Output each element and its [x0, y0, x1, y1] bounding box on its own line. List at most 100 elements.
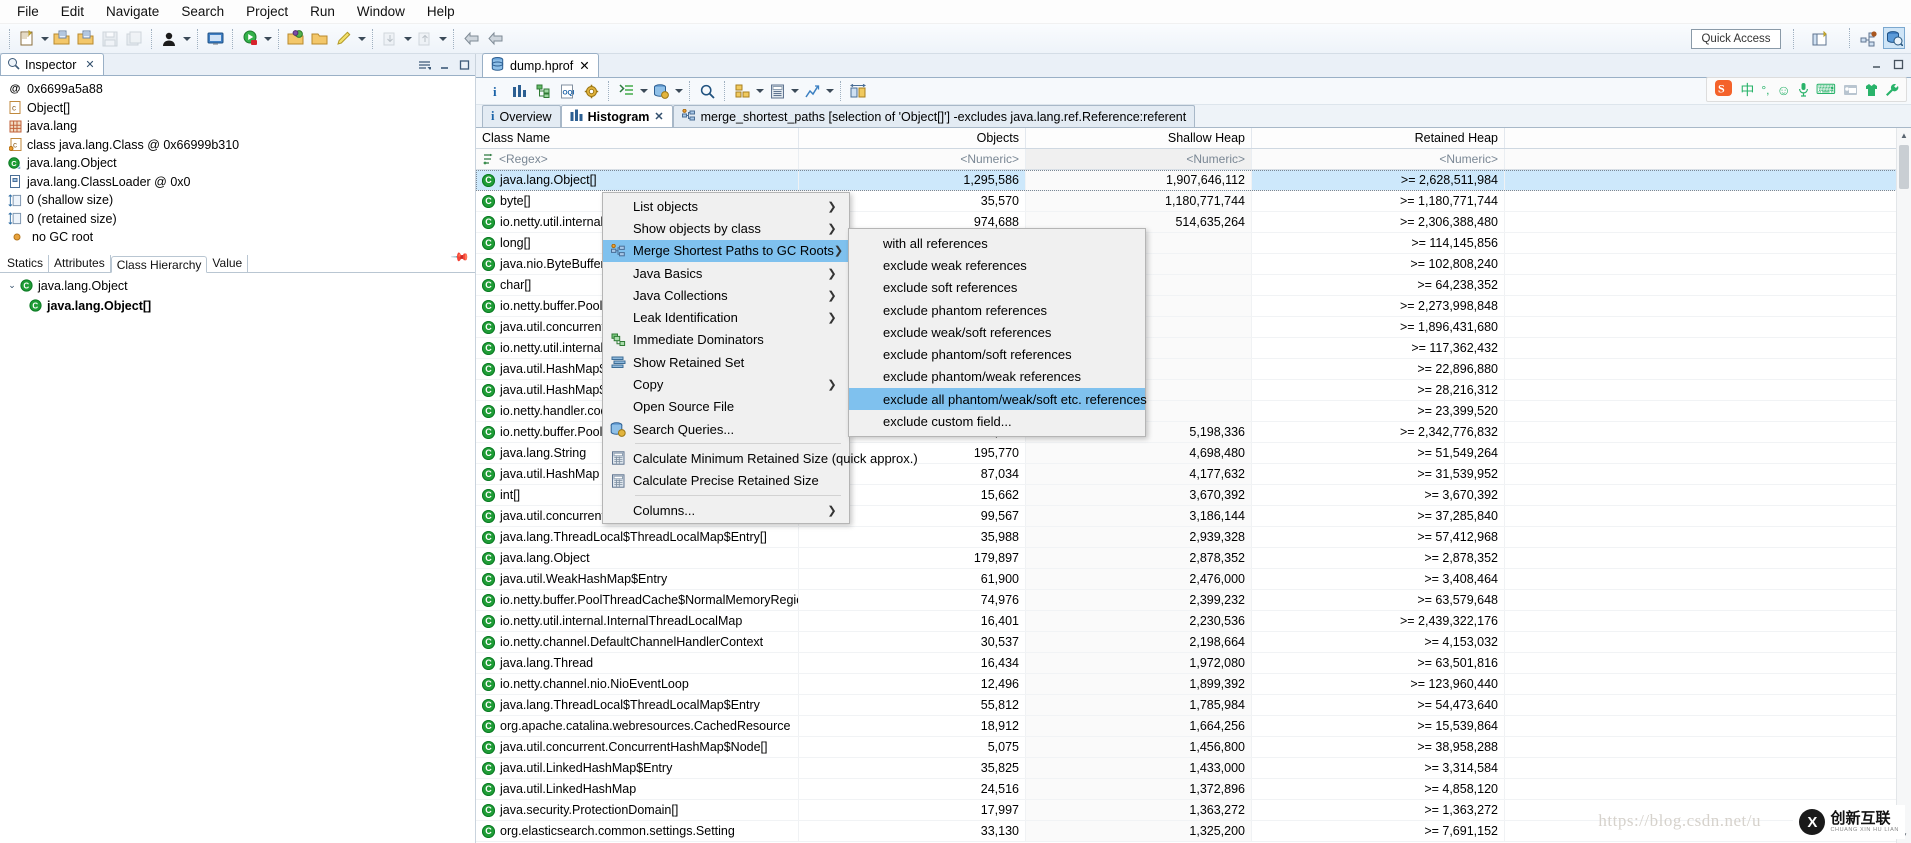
view-menu-icon[interactable] — [418, 59, 433, 72]
table-scrollbar[interactable]: ▲ ▼ — [1896, 128, 1911, 843]
submenu-item[interactable]: exclude phantom/soft references — [849, 343, 1145, 365]
close-icon[interactable]: ✕ — [85, 58, 94, 71]
column-header-shallow-heap[interactable]: Shallow Heap — [1026, 128, 1252, 148]
oql-icon[interactable]: OQL — [556, 80, 578, 102]
menu-search[interactable]: Search — [170, 2, 235, 21]
submenu-item[interactable]: exclude weak/soft references — [849, 321, 1145, 343]
context-menu-item[interactable]: List objects ❯ — [603, 195, 849, 217]
table-row[interactable]: Cjava.util.LinkedHashMap 24,516 1,372,896 >… — [476, 779, 1911, 800]
context-menu-item[interactable]: Show Retained Set — [603, 351, 849, 373]
minimize-icon[interactable] — [438, 59, 451, 72]
open-query-dropdown-arrow[interactable] — [673, 80, 684, 102]
table-row[interactable]: Cio.netty.channel.DefaultChannelHandlerC… — [476, 632, 1911, 653]
column-header-retained-heap[interactable]: Retained Heap — [1252, 128, 1505, 148]
table-row[interactable]: Corg.apache.catalina.webresources.Cached… — [476, 716, 1911, 737]
menu-run[interactable]: Run — [299, 2, 346, 21]
open-heap-dump-icon[interactable] — [285, 28, 307, 50]
skin-shirt-icon[interactable] — [1865, 83, 1878, 97]
tab-statics[interactable]: Statics — [2, 254, 50, 272]
histogram-icon[interactable] — [508, 80, 530, 102]
scrollbar-thumb[interactable] — [1899, 145, 1909, 189]
close-icon[interactable]: ✕ — [579, 58, 589, 73]
context-menu-item[interactable]: Show objects by class ❯ — [603, 217, 849, 239]
table-row[interactable]: Cjava.util.WeakHashMap$Entry 61,900 2,476,… — [476, 569, 1911, 590]
context-menu-item[interactable]: Open Source File — [603, 396, 849, 418]
scroll-up-icon[interactable]: ▲ — [1897, 128, 1911, 143]
submenu-item[interactable]: exclude phantom references — [849, 299, 1145, 321]
search-icon[interactable] — [696, 80, 718, 102]
context-menu-item[interactable]: Calculate Precise Retained Size — [603, 470, 849, 492]
table-row[interactable]: Cjava.lang.Object 179,897 2,878,352 >= 2,87… — [476, 548, 1911, 569]
merge-paths-submenu[interactable]: with all references exclude weak referenc… — [848, 228, 1147, 437]
table-row[interactable]: Cjava.util.concurrent.ConcurrentHashMap$… — [476, 737, 1911, 758]
tab-class-hierarchy[interactable]: Class Hierarchy — [110, 255, 208, 273]
chevron-down-icon[interactable]: ⌄ — [4, 280, 20, 291]
close-icon[interactable]: ✕ — [654, 110, 663, 123]
microphone-icon[interactable] — [1798, 82, 1809, 97]
filter-class-name[interactable]: <Regex> — [476, 149, 799, 169]
forward-icon[interactable] — [484, 28, 506, 50]
sogou-logo-icon[interactable]: S — [1714, 79, 1733, 100]
tab-dump-hprof[interactable]: dump.hprof ✕ — [482, 53, 599, 77]
tab-attributes[interactable]: Attributes — [49, 254, 111, 272]
table-row[interactable]: Cjava.lang.Object[] 1,295,586 1,907,646,11… — [476, 170, 1911, 191]
quick-access-input[interactable]: Quick Access — [1691, 29, 1781, 49]
run-dropdown-arrow[interactable] — [262, 28, 273, 50]
open-folder-icon[interactable] — [75, 28, 97, 50]
hierarchy-row[interactable]: ⌄ C java.lang.Object — [0, 276, 475, 296]
punctuation-icon[interactable]: °, — [1761, 83, 1769, 97]
open-query-icon[interactable] — [650, 80, 672, 102]
filter-retained-heap[interactable]: <Numeric> — [1252, 149, 1505, 169]
submenu-item[interactable]: with all references — [849, 232, 1145, 254]
menu-edit[interactable]: Edit — [50, 2, 95, 21]
context-menu-item[interactable]: Columns... ❯ — [603, 499, 849, 521]
table-row[interactable]: Cjava.lang.ThreadLocal$ThreadLocalMap$En… — [476, 527, 1911, 548]
table-row[interactable]: Corg.elasticsearch.common.settings.Setti… — [476, 821, 1911, 842]
tab-value[interactable]: Value — [207, 254, 249, 272]
table-row[interactable]: Cjava.lang.ThreadLocal$ThreadLocalMap$En… — [476, 695, 1911, 716]
back-icon[interactable] — [460, 28, 482, 50]
submenu-item[interactable]: exclude custom field... — [849, 410, 1145, 432]
import-dropdown-arrow[interactable] — [402, 28, 413, 50]
group-dropdown-arrow[interactable] — [754, 80, 765, 102]
context-menu-item[interactable]: Immediate Dominators — [603, 329, 849, 351]
tab-overview[interactable]: i Overview — [482, 105, 561, 127]
wrench-tools-icon[interactable] — [1885, 83, 1899, 97]
console-icon[interactable] — [204, 28, 226, 50]
settings-gear-icon[interactable] — [580, 80, 602, 102]
menu-project[interactable]: Project — [235, 2, 299, 21]
submenu-item[interactable]: exclude weak references — [849, 254, 1145, 276]
table-row[interactable]: Cio.netty.buffer.PoolThreadCache$NormalM… — [476, 590, 1911, 611]
table-row[interactable]: Cjava.util.LinkedHashMap$Entry 35,825 1,43… — [476, 758, 1911, 779]
context-menu-item[interactable]: Java Basics ❯ — [603, 262, 849, 284]
table-row[interactable]: Cio.netty.channel.nio.NioEventLoop 12,496… — [476, 674, 1911, 695]
filter-shallow-heap[interactable]: <Numeric> — [1026, 149, 1252, 169]
new-perspective-icon[interactable] — [1810, 28, 1832, 50]
person-icon[interactable] — [158, 28, 180, 50]
tab-inspector[interactable]: Inspector ✕ — [0, 53, 104, 75]
keyboard-icon[interactable]: ⌨ — [1816, 81, 1836, 98]
table-row[interactable]: Cjava.lang.Thread 16,434 1,972,080 >= 63,50… — [476, 653, 1911, 674]
maximize-icon[interactable] — [1892, 59, 1905, 73]
tab-merge-shortest-paths[interactable]: merge_shortest_paths [selection of 'Obje… — [672, 105, 1196, 127]
new-wizard-icon[interactable] — [16, 28, 38, 50]
calculate-dropdown-arrow[interactable] — [789, 80, 800, 102]
context-menu-item[interactable]: Copy ❯ — [603, 373, 849, 395]
maximize-icon[interactable] — [458, 59, 471, 72]
context-menu-item[interactable]: Merge Shortest Paths to GC Roots ❯ — [603, 239, 849, 262]
emoji-icon[interactable]: ☺ — [1776, 82, 1790, 98]
menu-help[interactable]: Help — [416, 2, 466, 21]
calculate-icon[interactable] — [766, 80, 788, 102]
context-menu-item[interactable]: Java Collections ❯ — [603, 284, 849, 306]
context-menu-item[interactable]: Leak Identification ❯ — [603, 306, 849, 328]
query-browser-icon[interactable] — [615, 80, 637, 102]
menu-window[interactable]: Window — [346, 2, 416, 21]
overview-info-icon[interactable]: i — [484, 80, 506, 102]
group-by-icon[interactable] — [731, 80, 753, 102]
chinese-mode-icon[interactable]: 中 — [1740, 80, 1754, 100]
context-menu-item[interactable]: Search Queries... — [603, 418, 849, 440]
compare-icon[interactable] — [847, 80, 869, 102]
pencil-dropdown-arrow[interactable] — [356, 28, 367, 50]
card-icon[interactable] — [1843, 83, 1858, 96]
person-dropdown-arrow[interactable] — [181, 28, 192, 50]
